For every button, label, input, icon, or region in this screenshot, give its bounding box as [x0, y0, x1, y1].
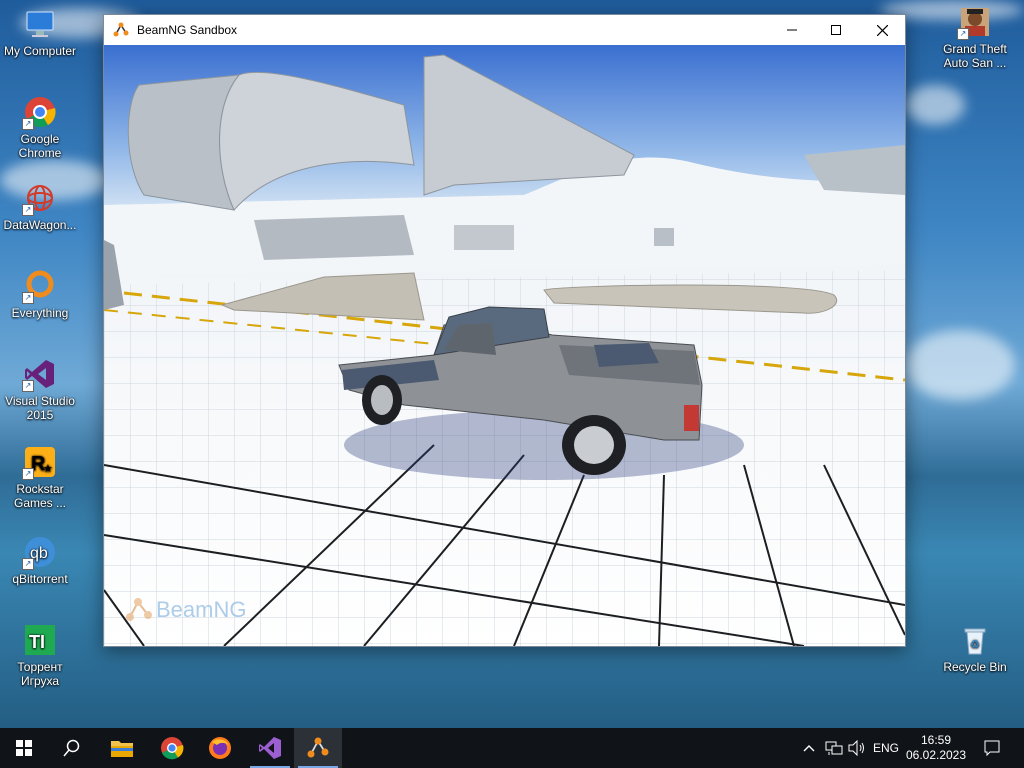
search-button[interactable]: [48, 728, 96, 768]
desktop-icon-torrent-igruha[interactable]: TI Торрент Игруха: [0, 624, 80, 688]
taskbar-firefox[interactable]: [196, 728, 244, 768]
minimize-button[interactable]: [769, 15, 815, 45]
language-indicator[interactable]: ENG: [870, 728, 902, 768]
visual-studio-icon: ↗: [22, 358, 56, 392]
chevron-up-icon: [803, 745, 815, 752]
chrome-icon: [161, 737, 184, 760]
svg-text:TI: TI: [29, 632, 45, 652]
gta-icon: ↗: [957, 6, 991, 40]
rockstar-icon: R ★ ↗: [22, 446, 56, 480]
desktop-icon-google-chrome[interactable]: ↗ Google Chrome: [0, 96, 80, 160]
desktop-icon-qbittorrent[interactable]: qb ↗ qBittorrent: [0, 536, 80, 586]
svg-text:♻: ♻: [970, 639, 980, 651]
start-button[interactable]: [0, 728, 48, 768]
notification-icon: [984, 740, 1000, 756]
beamng-watermark-text: BeamNG: [156, 597, 247, 622]
desktop-icon-label: Visual Studio 2015: [5, 394, 75, 422]
svg-text:★: ★: [43, 463, 53, 475]
torrent-igruha-icon: TI: [24, 624, 56, 656]
clock[interactable]: 16:59 06.02.2023: [904, 728, 968, 768]
datawagon-icon: ↗: [22, 182, 56, 216]
beamng-icon: [113, 22, 129, 38]
desktop-icon-label: Google Chrome: [18, 132, 62, 160]
action-center-button[interactable]: [978, 728, 1006, 768]
taskbar-file-explorer[interactable]: [98, 728, 146, 768]
desktop-icon-label: DataWagon...: [3, 218, 77, 232]
beamng-icon: [307, 737, 329, 758]
network-button[interactable]: [822, 728, 846, 768]
taskbar: ENG 16:59 06.02.2023: [0, 728, 1024, 768]
desktop-icon-label: Recycle Bin: [943, 660, 1007, 674]
search-icon: [63, 739, 80, 757]
window-title: BeamNG Sandbox: [137, 23, 238, 37]
desktop-icon-label: Rockstar Games ...: [13, 482, 66, 510]
desktop-icon-label: Grand Theft Auto San ...: [943, 42, 1007, 70]
volume-icon: [848, 740, 864, 756]
desktop-icon-recycle-bin[interactable]: ♻ Recycle Bin: [935, 624, 1015, 674]
volume-button[interactable]: [846, 728, 868, 768]
desktop-icon-my-computer[interactable]: My Computer: [0, 8, 80, 58]
computer-icon: [24, 8, 56, 40]
desktop-icon-rockstar-games[interactable]: R ★ ↗ Rockstar Games ...: [0, 446, 80, 510]
recycle-bin-icon: ♻: [959, 624, 991, 656]
maximize-button[interactable]: [813, 15, 859, 45]
clock-date: 06.02.2023: [905, 748, 967, 762]
game-viewport[interactable]: BeamNG: [104, 45, 905, 646]
beamng-watermark: BeamNG: [124, 597, 246, 623]
taskbar-beamng[interactable]: [294, 728, 342, 768]
firefox-icon: [209, 737, 231, 759]
close-icon: [876, 24, 888, 36]
game-scene: [104, 45, 905, 646]
desktop-icon-label: Торрент Игруха: [17, 660, 63, 688]
clock-time: 16:59: [920, 733, 952, 747]
folder-icon: [111, 741, 133, 757]
window-titlebar[interactable]: BeamNG Sandbox: [104, 15, 905, 45]
qbittorrent-icon: qb ↗: [22, 536, 56, 570]
desktop-icon-everything[interactable]: ↗ Everything: [0, 270, 80, 320]
taskbar-chrome[interactable]: [148, 728, 196, 768]
chrome-icon: ↗: [22, 96, 56, 130]
desktop-icon-label: My Computer: [3, 44, 77, 58]
desktop-icon-gta-san-andreas[interactable]: ↗ Grand Theft Auto San ...: [935, 6, 1015, 70]
beamng-logo-icon: [126, 598, 152, 621]
desktop-icon-label: Everything: [11, 306, 69, 320]
maximize-icon: [831, 25, 841, 35]
show-hidden-icons-button[interactable]: [798, 728, 820, 768]
close-button[interactable]: [859, 15, 905, 45]
desktop-icon-datawagon[interactable]: ↗ DataWagon...: [0, 182, 80, 232]
beamng-window[interactable]: BeamNG Sandbox BeamNG: [103, 14, 906, 647]
minimize-icon: [787, 29, 797, 31]
desktop-icon-label: qBittorrent: [12, 572, 68, 586]
visual-studio-icon: [259, 737, 281, 759]
windows-logo-icon: [16, 740, 32, 756]
taskbar-visual-studio[interactable]: [246, 728, 294, 768]
desktop-icon-visual-studio[interactable]: ↗ Visual Studio 2015: [0, 358, 80, 422]
network-icon: [825, 741, 843, 755]
everything-icon: ↗: [22, 270, 56, 304]
